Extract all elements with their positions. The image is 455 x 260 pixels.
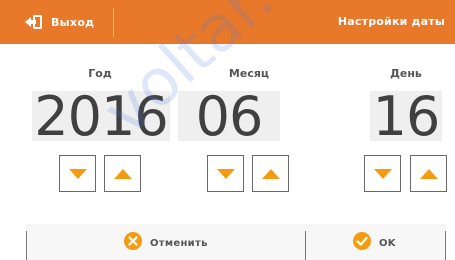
bottom-divider-left — [26, 231, 27, 260]
arrow-up-icon — [261, 168, 281, 180]
check-icon — [352, 231, 372, 255]
arrow-up-icon — [113, 168, 133, 180]
month-increase-button[interactable] — [252, 155, 289, 192]
top-bar: Выход Настройки даты — [0, 0, 455, 44]
cancel-icon — [123, 231, 143, 255]
arrow-down-icon — [216, 168, 236, 180]
year-label: Год — [88, 67, 112, 80]
page-title: Настройки даты — [337, 15, 445, 28]
bottom-divider-middle — [305, 231, 306, 260]
year-decrease-button[interactable] — [59, 155, 96, 192]
day-increase-button[interactable] — [410, 155, 447, 192]
day-label: День — [390, 67, 422, 80]
exit-icon — [24, 12, 44, 32]
year-increase-button[interactable] — [104, 155, 141, 192]
arrow-up-icon — [419, 168, 439, 180]
month-label: Месяц — [228, 67, 270, 80]
ok-label: OK — [379, 237, 396, 249]
header-divider — [113, 8, 114, 37]
arrow-down-icon — [373, 168, 393, 180]
day-decrease-button[interactable] — [364, 155, 401, 192]
month-value: 06 — [195, 85, 264, 148]
cancel-button[interactable]: Отменить — [123, 232, 208, 254]
ok-button[interactable]: OK — [352, 232, 396, 254]
bottom-divider-right — [445, 231, 446, 260]
bottom-bar: Отменить OK — [0, 220, 455, 260]
arrow-down-icon — [68, 168, 88, 180]
exit-button[interactable]: Выход — [24, 8, 110, 36]
year-value: 2016 — [34, 85, 168, 148]
exit-label: Выход — [51, 15, 95, 29]
cancel-label: Отменить — [150, 237, 208, 249]
day-value: 16 — [372, 85, 441, 148]
month-decrease-button[interactable] — [207, 155, 244, 192]
